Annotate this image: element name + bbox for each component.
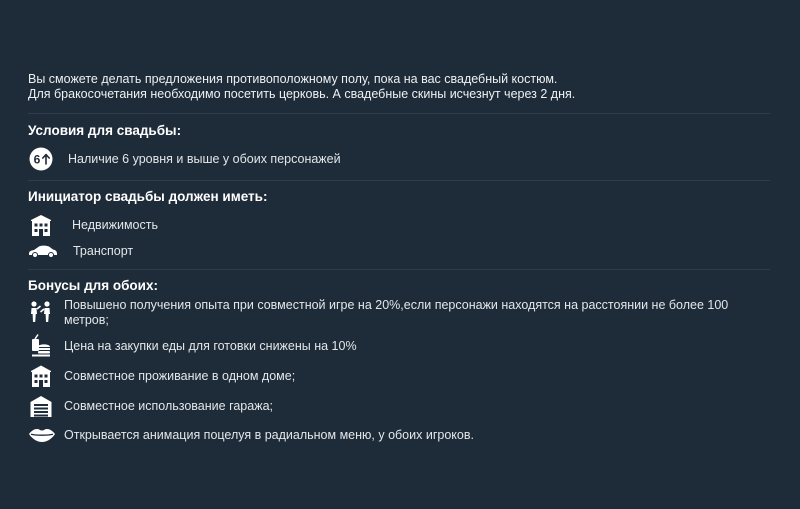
divider <box>28 113 770 114</box>
level-up-icon: 6 <box>28 147 54 171</box>
bonus-item-food: Цена на закупки еды для готовки снижены … <box>28 334 770 358</box>
bonus-item-label: Совместное проживание в одном доме; <box>64 368 296 383</box>
two-people-icon <box>28 298 54 324</box>
bonuses-title: Бонусы для обоих: <box>28 278 158 293</box>
bonus-item-exp: Повышено получения опыта при совместной … <box>28 298 770 328</box>
house-icon <box>28 364 54 388</box>
initiator-item-label: Недвижимость <box>72 217 158 232</box>
bonus-item-label: Повышено получения опыта при совместной … <box>64 298 729 327</box>
bonus-item-label: Открывается анимация поцелуя в радиально… <box>64 427 474 442</box>
car-icon <box>28 244 58 258</box>
wedding-info-panel: Вы сможете делать предложения противопол… <box>28 72 770 446</box>
intro-line-1: Вы сможете делать предложения противопол… <box>28 72 558 86</box>
condition-item-label: Наличие 6 уровня и выше у обоих персонаж… <box>68 151 341 166</box>
divider <box>28 269 770 270</box>
bonus-item-garage: Совместное использование гаража; <box>28 394 770 418</box>
initiator-item-vehicle: Транспорт <box>28 240 770 262</box>
initiator-item-property: Недвижимость <box>28 214 770 236</box>
bonus-item-label: Совместное использование гаража; <box>64 398 273 413</box>
initiator-item-label: Транспорт <box>73 243 134 258</box>
condition-item-level: 6 Наличие 6 уровня и выше у обоих персон… <box>28 147 770 171</box>
building-icon <box>28 213 54 237</box>
bonus-item-label: Цена на закупки еды для готовки снижены … <box>64 338 357 353</box>
bonus-item-kiss: Открывается анимация поцелуя в радиально… <box>28 424 770 446</box>
lips-icon <box>28 427 56 443</box>
intro-text: Вы сможете делать предложения противопол… <box>28 72 770 102</box>
initiator-title: Инициатор свадьбы должен иметь: <box>28 189 268 204</box>
food-icon <box>28 334 54 358</box>
divider <box>28 180 770 181</box>
level-badge-number: 6 <box>34 153 41 167</box>
bonus-item-house: Совместное проживание в одном доме; <box>28 364 770 388</box>
conditions-title: Условия для свадьбы: <box>28 123 182 138</box>
intro-line-2: Для бракосочетания необходимо посетить ц… <box>28 87 576 101</box>
garage-icon <box>28 394 54 418</box>
